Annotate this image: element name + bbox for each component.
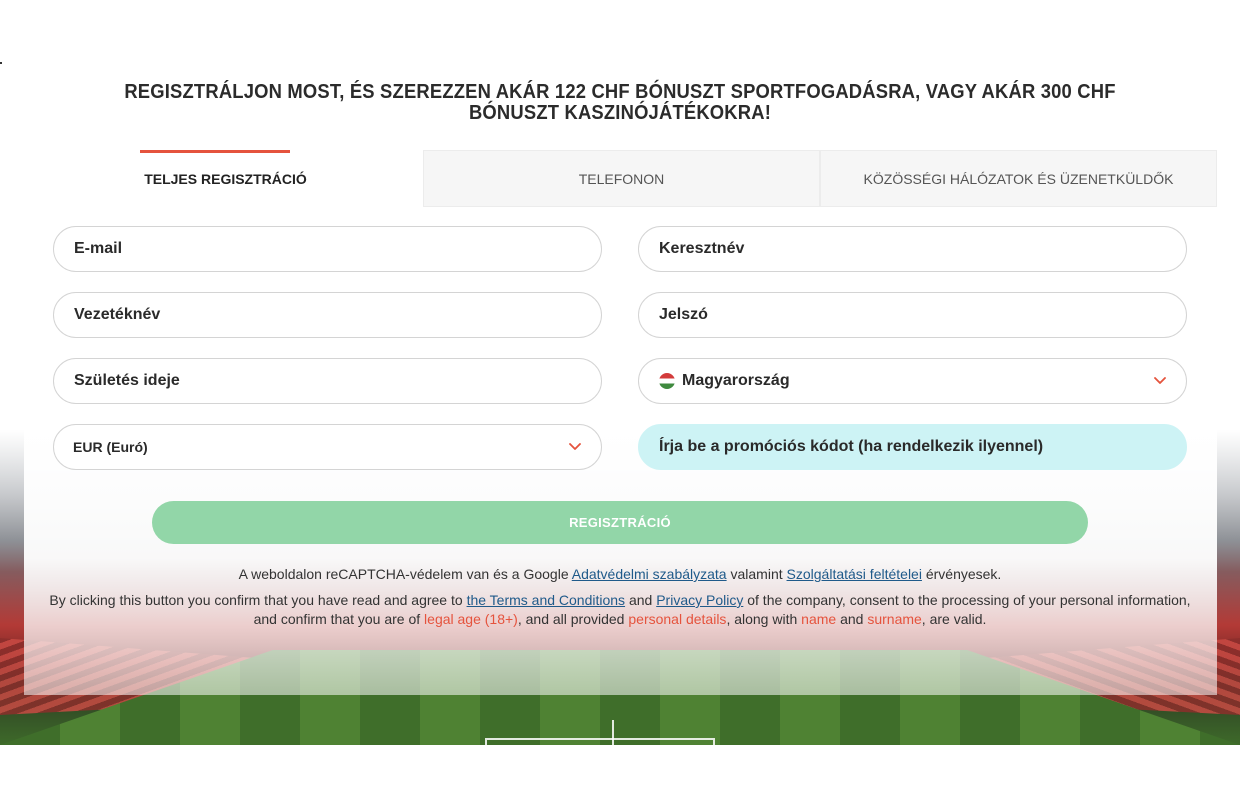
hungary-flag-icon xyxy=(659,373,675,389)
tab-label: TELEFONON xyxy=(578,170,665,187)
promo-code-field-placeholder: Írja be a promóciós kódot (ha rendelkezi… xyxy=(659,438,1044,455)
recaptcha-notice: A weboldalon reCAPTCHA-védelem van és a … xyxy=(40,565,1200,583)
first-name-field-placeholder: Keresztnév xyxy=(659,240,745,257)
terms-text: and xyxy=(836,611,868,627)
tab-phone[interactable]: TELEFONON xyxy=(423,150,820,207)
password-field-placeholder: Jelszó xyxy=(659,306,708,323)
chevron-down-icon xyxy=(567,439,583,455)
recaptcha-text: A weboldalon reCAPTCHA-védelem van és a … xyxy=(238,566,572,582)
last-name-field-placeholder: Vezetéknév xyxy=(74,306,161,323)
birth-date-field-placeholder: Születés ideje xyxy=(74,372,180,389)
legal-age-highlight: legal age (18+) xyxy=(424,611,518,627)
personal-details-highlight: personal details xyxy=(628,611,727,627)
pitch-center-line xyxy=(612,720,614,745)
email-field-placeholder: E-mail xyxy=(74,240,123,257)
surname-highlight: surname xyxy=(867,611,922,627)
terms-notice: By clicking this button you confirm that… xyxy=(40,591,1200,629)
page-title: REGISZTRÁLJON MOST, ÉS SZEREZZEN AKÁR 12… xyxy=(124,81,1116,124)
register-button-label: REGISZTRÁCIÓ xyxy=(569,515,671,530)
last-name-field[interactable]: Vezetéknév xyxy=(53,292,602,338)
terms-text: , and all provided xyxy=(517,611,629,627)
tab-full-registration[interactable]: TELJES REGISZTRÁCIÓ xyxy=(28,150,423,207)
password-field[interactable]: Jelszó xyxy=(638,292,1187,338)
tab-label: TELJES REGISZTRÁCIÓ xyxy=(144,170,307,187)
google-terms-link[interactable]: Szolgáltatási feltételei xyxy=(787,566,922,582)
birth-date-field[interactable]: Születés ideje xyxy=(53,358,602,404)
first-name-field[interactable]: Keresztnév xyxy=(638,226,1187,272)
promo-code-field[interactable]: Írja be a promóciós kódot (ha rendelkezi… xyxy=(638,424,1187,470)
active-tab-indicator xyxy=(140,150,290,153)
chevron-down-icon xyxy=(1152,373,1168,389)
tab-social-networks[interactable]: KÖZÖSSÉGI HÁLÓZATOK ÉS ÜZENETKÜLDŐK xyxy=(820,150,1217,207)
pitch-box-line xyxy=(485,738,715,745)
tab-label: KÖZÖSSÉGI HÁLÓZATOK ÉS ÜZENETKÜLDŐK xyxy=(863,170,1174,187)
recaptcha-text: érvényesek. xyxy=(921,566,1002,582)
register-button[interactable]: REGISZTRÁCIÓ xyxy=(152,501,1088,544)
email-field[interactable]: E-mail xyxy=(53,226,602,272)
recaptcha-text: valamint xyxy=(726,566,787,582)
terms-text: By clicking this button you confirm that… xyxy=(49,592,467,608)
privacy-policy-link[interactable]: Privacy Policy xyxy=(656,592,743,608)
google-privacy-link[interactable]: Adatvédelmi szabályzata xyxy=(572,566,727,582)
terms-text: , are valid. xyxy=(921,611,987,627)
corner-dot xyxy=(0,62,2,64)
terms-and-conditions-link[interactable]: the Terms and Conditions xyxy=(467,592,626,608)
terms-text: and xyxy=(625,592,657,608)
currency-select[interactable]: EUR (Euró) xyxy=(53,424,602,470)
name-highlight: name xyxy=(801,611,837,627)
country-select[interactable]: Magyarország xyxy=(638,358,1187,404)
terms-text: , along with xyxy=(726,611,802,627)
currency-select-value: EUR (Euró) xyxy=(73,439,148,455)
country-select-value: Magyarország xyxy=(682,372,790,389)
registration-tabs: TELJES REGISZTRÁCIÓ TELEFONON KÖZÖSSÉGI … xyxy=(28,150,1217,207)
